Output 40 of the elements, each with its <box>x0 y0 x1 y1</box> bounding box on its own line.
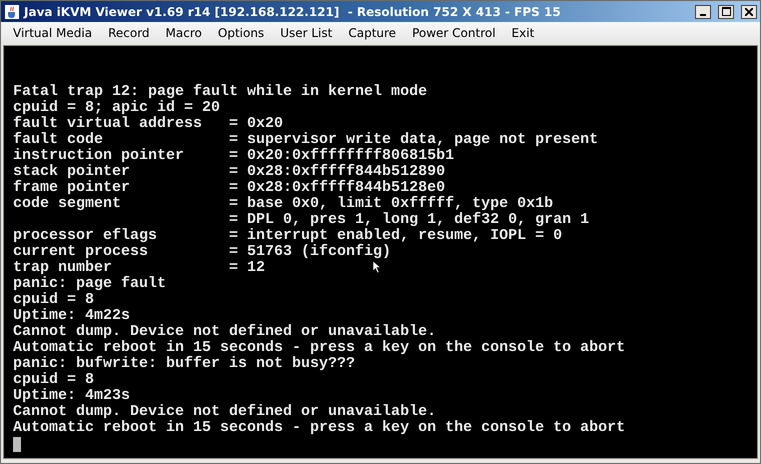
console-line: cpuid = 8 <box>13 372 94 388</box>
minimize-icon <box>700 14 706 16</box>
java-cup-icon <box>5 4 19 18</box>
console-line: Uptime: 4m22s <box>13 308 130 324</box>
console-line: Automatic reboot in 15 seconds - press a key on the console to abort <box>13 340 626 356</box>
console-line: trap number = 12 <box>13 260 266 276</box>
console-line: fault virtual address = 0x20 <box>13 116 284 132</box>
console-line: Fatal trap 12: page fault while in kernel mode <box>13 84 428 100</box>
console-line: Cannot dump. Device not defined or unavailable. <box>13 404 436 420</box>
console-line: processor eflags = interrupt enabled, resume, IOPL = 0 <box>13 228 562 244</box>
menu-item[interactable]: Record <box>100 23 158 43</box>
menu-item[interactable]: Capture <box>340 23 404 43</box>
window-title: Java iKVM Viewer v1.69 r14 [192.168.122.121] - Resolution 752 X 413 - FPS 15 <box>24 4 562 18</box>
console-line: = DPL 0, pres 1, long 1, def32 0, gran 1 <box>228 212 590 228</box>
console-line: fault code = supervisor write data, page not present <box>13 132 598 148</box>
console-line: panic: bufwrite: buffer is not busy??? <box>13 356 356 372</box>
console-line: Uptime: 4m23s <box>13 388 130 404</box>
console-line: current process = 51763 (ifconfig) <box>13 244 392 260</box>
console-line: cpuid = 8; apic id = 20 <box>13 100 220 116</box>
text-cursor <box>13 437 21 452</box>
minimize-button[interactable] <box>695 4 711 18</box>
maximize-button[interactable] <box>718 4 734 18</box>
console-line: cpuid = 8 <box>13 292 94 308</box>
menu-item[interactable]: Options <box>210 23 272 43</box>
close-button[interactable] <box>741 4 757 18</box>
console-line: Cannot dump. Device not defined or unavailable. <box>13 324 436 340</box>
close-icon <box>745 8 753 16</box>
console-line: panic: page fault <box>13 276 166 292</box>
mouse-pointer-icon <box>373 261 381 273</box>
console-line: stack pointer = 0x28:0xfffff844b512890 <box>13 164 446 180</box>
menu-item[interactable]: Virtual Media <box>5 23 100 43</box>
console-line: Automatic reboot in 15 seconds - press a key on the console to abort <box>13 420 626 436</box>
console-line: code segment = base 0x0, limit 0xfffff, type 0x1b <box>13 196 554 212</box>
menu-item[interactable]: Macro <box>158 23 210 43</box>
console-line: frame pointer = 0x28:0xfffff844b5128e0 <box>13 180 446 196</box>
menu-item[interactable]: User List <box>272 23 340 43</box>
menu-item[interactable]: Exit <box>504 23 542 43</box>
console-line: instruction pointer = 0x20:0xffffffff806815b1 <box>13 148 454 164</box>
menu-item[interactable]: Power Control <box>404 23 504 43</box>
maximize-icon <box>722 7 730 16</box>
